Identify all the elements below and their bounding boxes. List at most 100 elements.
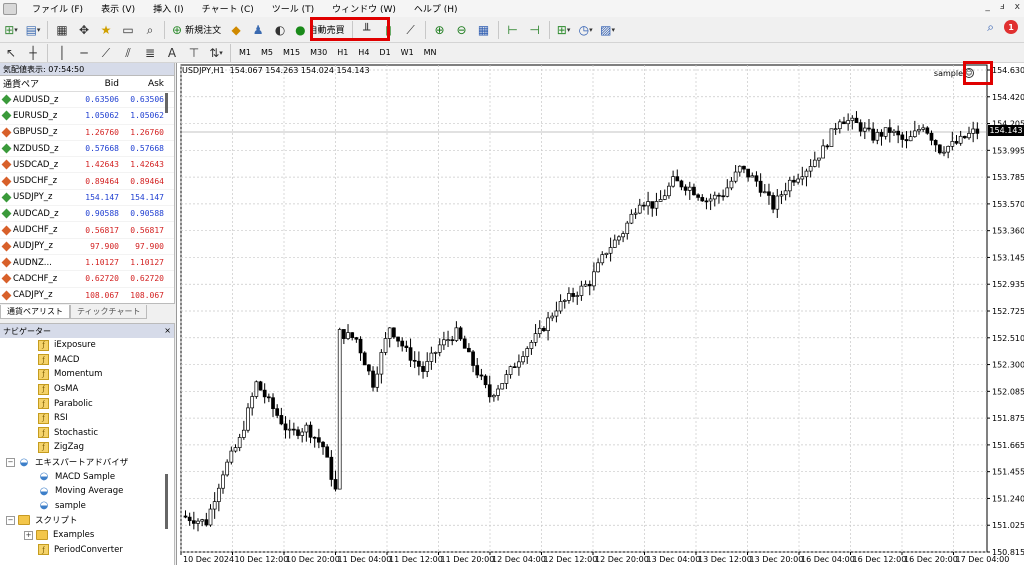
bearish-candle [296, 429, 300, 436]
chart-canvas[interactable]: 154.630154.420154.205153.995153.785153.5… [177, 63, 1024, 565]
close-icon[interactable]: x [1015, 2, 1020, 12]
market-watch-row[interactable]: NZDUSD_z 0.57668 0.57668 [0, 141, 174, 158]
templates-icon[interactable]: ▨ ▾ [598, 20, 618, 40]
market-watch-row[interactable]: CADJPY_z 108.067 108.067 [0, 288, 174, 304]
timeframe-d1[interactable]: D1 [374, 45, 395, 61]
market-watch-icon[interactable]: ▦ [52, 20, 72, 40]
bar-chart-icon[interactable]: ╨ [357, 20, 377, 40]
tile-windows-icon[interactable]: ▦ [474, 20, 494, 40]
navigator-item[interactable]: − スクリプト [0, 513, 174, 528]
navigator-item[interactable]: ƒ ZigZag [0, 440, 174, 455]
indicators-icon[interactable]: ⊞ ▾ [554, 20, 574, 40]
market-watch-row[interactable]: EURUSD_z 1.05062 1.05062 [0, 108, 174, 125]
navigator-item[interactable]: ƒ Momentum [0, 367, 174, 382]
timeframe-m5[interactable]: M5 [256, 45, 278, 61]
chart-shift-icon[interactable]: ⊣ [525, 20, 545, 40]
navigator-item[interactable]: ◒ MACD Sample [0, 469, 174, 484]
new-order-button[interactable]: ⊕ 新規注文 [168, 20, 225, 40]
menu-insert[interactable]: 挿入 (I) [144, 2, 193, 15]
timeframe-w1[interactable]: W1 [396, 45, 419, 61]
market-watch-row[interactable]: CADCHF_z 0.62720 0.62720 [0, 271, 174, 288]
market-watch-row[interactable]: AUDNZ... 1.10127 1.10127 [0, 255, 174, 272]
timeframe-m30[interactable]: M30 [305, 45, 332, 61]
navigator-item[interactable]: + Examples [0, 528, 174, 543]
market-watch-row[interactable]: USDCHF_z 0.89464 0.89464 [0, 173, 174, 190]
tab-symbols[interactable]: 通貨ペアリスト [0, 305, 70, 319]
new-chart-icon[interactable]: ⊞ ▾ [1, 20, 21, 40]
navigator-item[interactable]: ƒ RSI [0, 411, 174, 426]
app-menu-icon[interactable] [3, 2, 17, 15]
chart-window[interactable]: 154.630154.420154.205153.995153.785153.5… [176, 63, 1024, 565]
timeframe-h1[interactable]: H1 [332, 45, 353, 61]
navigator-scrollbar[interactable] [165, 474, 168, 529]
crosshair-icon[interactable]: ┼ [23, 43, 43, 63]
market-watch-row[interactable]: USDJPY_z 154.147 154.147 [0, 190, 174, 207]
navigator-item[interactable]: ƒ OsMA [0, 382, 174, 397]
tester-icon[interactable]: ⌕ [140, 20, 160, 40]
column-ask[interactable]: Ask [119, 79, 164, 89]
text-label-icon[interactable]: ⊤ [184, 43, 204, 63]
market-watch-row[interactable]: USDCAD_z 1.42643 1.42643 [0, 157, 174, 174]
zoom-out-icon[interactable]: ⊖ [452, 20, 472, 40]
bearish-candle [325, 446, 330, 458]
zoom-in-icon[interactable]: ⊕ [430, 20, 450, 40]
bullish-candle [558, 301, 563, 312]
arrows-icon[interactable]: ⇅ ▾ [206, 43, 226, 63]
fibonacci-icon[interactable]: ≣ [140, 43, 160, 63]
navigator-item[interactable]: ◒ Moving Average [0, 484, 174, 499]
market-watch-row[interactable]: AUDUSD_z 0.63506 0.63506 [0, 92, 174, 109]
profiles-icon[interactable]: ▤ ▾ [23, 20, 43, 40]
menu-help[interactable]: ヘルプ (H) [405, 2, 467, 15]
equidistant-channel-icon[interactable]: ⫽ [118, 43, 138, 63]
navigator-close-icon[interactable]: × [164, 326, 171, 336]
periods-icon[interactable]: ◷ ▾ [576, 20, 596, 40]
horizontal-line-icon[interactable]: ─ [74, 43, 94, 63]
line-chart-icon[interactable]: ⟋ [401, 20, 421, 40]
menu-tools[interactable]: ツール (T) [263, 2, 323, 15]
navigator-item[interactable]: ƒ Parabolic [0, 396, 174, 411]
autotrade-button[interactable]: ● 自動売買 [291, 20, 349, 40]
search-icon[interactable]: ⌕ [987, 21, 994, 33]
text-icon[interactable]: A [162, 43, 182, 63]
market-watch-row[interactable]: GBPUSD_z 1.26760 1.26760 [0, 125, 174, 141]
market-watch-row[interactable]: AUDCAD_z 0.90588 0.90588 [0, 206, 174, 223]
market-watch-scrollbar[interactable] [165, 93, 168, 113]
tree-expander-icon[interactable]: − [6, 515, 15, 525]
vertical-line-icon[interactable]: │ [52, 43, 72, 63]
menu-file[interactable]: ファイル (F) [23, 2, 92, 15]
notification-badge[interactable]: 1 [1004, 20, 1018, 34]
timeframe-m15[interactable]: M15 [278, 45, 305, 61]
restore-icon[interactable]: ⅎ [1000, 2, 1005, 12]
menu-chart[interactable]: チャート (C) [193, 2, 263, 15]
tree-expander-icon[interactable]: − [6, 457, 15, 467]
signals-icon[interactable]: ♟ [248, 20, 268, 40]
navigator-item[interactable]: − ◒ エキスパートアドバイザ [0, 455, 174, 470]
timeframe-mn[interactable]: MN [419, 45, 442, 61]
timeframe-m1[interactable]: M1 [234, 45, 256, 61]
column-symbol[interactable]: 通貨ペア [0, 77, 83, 90]
navigator-item[interactable]: ◒ sample [0, 499, 174, 514]
menu-window[interactable]: ウィンドウ (W) [323, 2, 405, 15]
tree-expander-icon[interactable]: + [24, 530, 33, 540]
market-watch-row[interactable]: AUDJPY_z 97.900 97.900 [0, 239, 174, 255]
trendline-icon[interactable]: ⟋ [96, 43, 116, 63]
market-watch-row[interactable]: AUDCHF_z 0.56817 0.56817 [0, 222, 174, 239]
navigator-item[interactable]: ƒ Stochastic [0, 426, 174, 441]
data-window-icon[interactable]: ✥ [74, 20, 94, 40]
expert-advisor-indicator[interactable]: sample ☺ [934, 68, 974, 78]
cursor-icon[interactable]: ↖ [1, 43, 21, 63]
minimize-icon[interactable]: _ [985, 2, 990, 12]
navigator-item[interactable]: ƒ MACD [0, 353, 174, 368]
tab-tick-chart[interactable]: ティックチャート [70, 305, 148, 319]
auto-scroll-icon[interactable]: ⊢ [503, 20, 523, 40]
column-bid[interactable]: Bid [83, 79, 119, 89]
navigator-item[interactable]: ƒ PeriodConverter [0, 542, 174, 557]
terminal-icon[interactable]: ▭ [118, 20, 138, 40]
timeframe-h4[interactable]: H4 [353, 45, 374, 61]
navigator-icon[interactable]: ★ [96, 20, 116, 40]
navigator-item[interactable]: ƒ iExposure [0, 338, 174, 353]
metaeditor-icon[interactable]: ◆ [226, 20, 246, 40]
market-icon[interactable]: ◐ [270, 20, 290, 40]
menu-view[interactable]: 表示 (V) [92, 2, 144, 15]
candlestick-icon[interactable]: ▯ [379, 20, 399, 40]
